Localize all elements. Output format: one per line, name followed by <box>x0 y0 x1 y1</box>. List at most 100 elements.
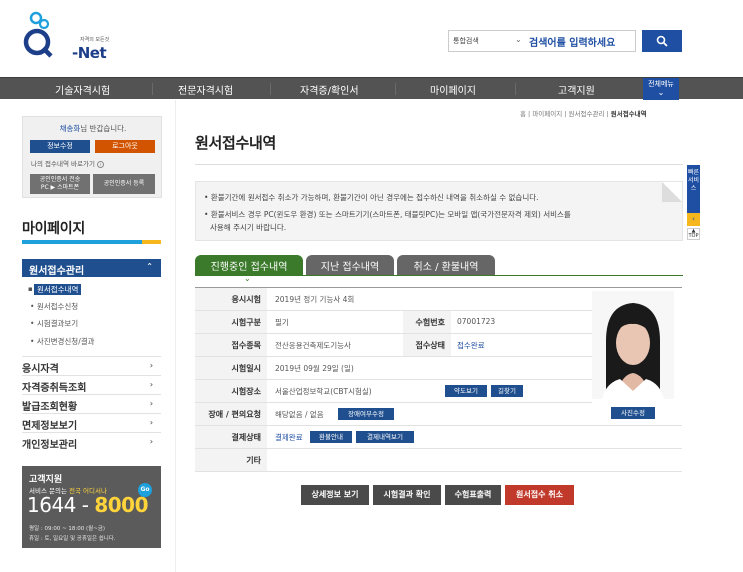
shortcut-label: 나의 접수내역 바로가기 <box>31 160 95 168</box>
value-place: 서울산업정보학교(CBT시험실) <box>275 387 372 396</box>
search-box: 통합검색 ⌄ 검색어를 입력하세요 <box>448 30 636 52</box>
value-reg-no: 07001723 <box>457 317 496 326</box>
notice-line: 사용해 주시기 바랍니다. <box>210 223 287 232</box>
global-nav: 기술자격시험 전문자격시험 자격증/확인서 마이페이지 고객지원 전체메뉴 ⌄ <box>0 77 743 100</box>
table-row: 결제상태 결제완료 환불안내 결제내역보기 <box>195 426 682 449</box>
disability-edit-button[interactable]: 장애여부수정 <box>338 408 394 420</box>
value-type: 필기 <box>275 318 289 327</box>
applicant-photo-cell <box>592 288 682 426</box>
sidebar-section-application[interactable]: 원서접수관리 ⌃ <box>22 259 161 277</box>
table-row: 시험일시 2019년 09월 29일 (일) <box>195 357 592 380</box>
search-input[interactable]: 검색어를 입력하세요 <box>529 34 615 49</box>
table-row: 시험장소 서울산업정보학교(CBT시험실) 약도보기 길찾기 <box>195 380 592 403</box>
sidebar-item-application-history[interactable]: 원서접수내역 <box>34 284 82 295</box>
print-ticket-button[interactable]: 수험표출력 <box>445 485 501 505</box>
table-row: 접수종목 전산응용건축제도기능사 접수상태 접수완료 <box>195 334 592 357</box>
scroll-top-button[interactable]: ▲ TOP <box>687 228 700 240</box>
cert-transfer-button[interactable]: 공인인증서 전송 PC ▶ 스마트폰 <box>30 174 90 194</box>
cert-transfer-sub: PC ▶ 스마트폰 <box>40 184 80 191</box>
logo-text: -Net <box>72 44 107 62</box>
nav-item-mypage[interactable]: 마이페이지 <box>430 82 476 97</box>
sidebar-item-application-request[interactable]: • 원서접수신청 <box>30 301 78 312</box>
notice-box: • 환불기간에 원서접수 취소가 가능하며, 환불기간이 아닌 경우에는 접수하… <box>195 181 683 241</box>
exam-result-button[interactable]: 시험결과 확인 <box>373 485 441 505</box>
value-disability: 해당없음 / 없음 <box>275 410 324 419</box>
sidebar-item-issue-status[interactable]: 발급조회현황 › <box>22 394 161 413</box>
label-etc: 기타 <box>195 449 267 471</box>
nav-item-tech-exam[interactable]: 기술자격시험 <box>55 82 110 97</box>
breadcrumb-mypage[interactable]: 마이페이지 <box>532 110 562 118</box>
qnet-logo[interactable]: 자격의 모든것 -Net <box>22 10 112 62</box>
my-application-shortcut[interactable]: 나의 접수내역 바로가기 › <box>31 158 105 168</box>
chevron-up-icon: ⌃ <box>146 262 153 271</box>
breadcrumb-application[interactable]: 원서접수관리 <box>569 110 605 118</box>
cs-title: 고객지원 <box>29 475 63 485</box>
arrow-right-icon: › <box>97 161 105 168</box>
label-place: 시험장소 <box>195 380 267 402</box>
edit-info-button[interactable]: 정보수정 <box>30 140 90 153</box>
sidebar-item-exam-result[interactable]: • 시험결과보기 <box>30 318 78 329</box>
chevron-left-icon[interactable]: ‹ <box>687 213 700 226</box>
route-button[interactable]: 길찾기 <box>491 385 523 397</box>
chevron-right-icon: › <box>149 418 153 427</box>
label-date: 시험일시 <box>195 357 267 379</box>
logout-button[interactable]: 로그아웃 <box>95 140 155 153</box>
nav-item-certificate[interactable]: 자격증/확인서 <box>300 82 359 97</box>
user-name: 채송화 <box>59 124 81 133</box>
payment-detail-button[interactable]: 결제내역보기 <box>356 431 414 443</box>
greeting-text: 님 반갑습니다. <box>80 124 127 133</box>
nav-divider <box>270 83 271 95</box>
nav-divider <box>152 83 153 95</box>
nav-item-pro-exam[interactable]: 전문자격시험 <box>178 82 233 97</box>
label-exam: 응시시험 <box>195 288 267 310</box>
search-scope-select[interactable]: 통합검색 <box>453 36 523 46</box>
page-title: 원서접수내역 <box>195 134 277 152</box>
applicant-photo <box>592 291 674 399</box>
sidebar-item-exemption[interactable]: 면제정보보기 › <box>22 413 161 432</box>
table-row: 시험구분 필기 수험번호 07001723 <box>195 311 592 334</box>
title-divider <box>195 164 683 165</box>
sidebar-item-personal-info[interactable]: 개인정보관리 › <box>22 432 161 451</box>
sidebar-item-photo-change[interactable]: • 사진변경신청/결과 <box>30 336 95 347</box>
sidebar-divider <box>175 100 176 572</box>
tab-past[interactable]: 지난 접수내역 <box>306 255 394 275</box>
chevron-down-icon: ⌄ <box>657 88 665 97</box>
label-payment: 결제상태 <box>195 426 267 448</box>
notice-line: • 환불기간에 원서접수 취소가 가능하며, 환불기간이 아닌 경우에는 접수하… <box>204 193 539 202</box>
notice-line: • 환불서비스 경우 PC(윈도우 환경) 또는 스마트기기(스마트폰, 태블릿… <box>204 210 571 219</box>
sidebar-title: 마이페이지 <box>22 221 85 237</box>
sidebar-item-qualification[interactable]: 응시자격 › <box>22 356 161 375</box>
tab-cancel-refund[interactable]: 취소 / 환불내역 <box>397 255 495 275</box>
cert-transfer-label: 공인인증서 전송 <box>39 176 81 183</box>
tab-in-progress[interactable]: 진행중인 접수내역 <box>195 255 303 275</box>
chevron-right-icon: › <box>149 437 153 446</box>
detail-view-button[interactable]: 상세정보 보기 <box>301 485 369 505</box>
exam-info-table: 응시시험 2019년 정기 기능사 4회 시험구분 필기 수험번호 070017… <box>195 287 682 472</box>
table-row: 응시시험 2019년 정기 기능사 4회 <box>195 288 592 311</box>
value-field: 전산응용건축제도기능사 <box>275 341 351 350</box>
cs-phone-number: 1644 - 8000 <box>27 493 149 517</box>
page-fold-decoration <box>662 182 682 202</box>
all-menu-button[interactable]: 전체메뉴 ⌄ <box>643 78 679 100</box>
value-date: 2019년 09월 29일 (일) <box>275 364 354 373</box>
chevron-down-icon: ⌄ <box>515 35 522 44</box>
customer-service-box: 고객지원 서비스 문의는 전국 어디서나 Go 1644 - 8000 평일 :… <box>22 466 161 548</box>
label-field: 접수종목 <box>195 334 267 356</box>
breadcrumb-home[interactable]: 홈 <box>520 110 526 118</box>
section-label: 원서접수관리 <box>29 266 85 277</box>
nav-item-support[interactable]: 고객지원 <box>558 82 595 97</box>
label-reg-no: 수험번호 <box>403 311 451 333</box>
sidebar-item-cert-lookup[interactable]: 자격증취득조회 › <box>22 375 161 394</box>
qnet-logo-icon <box>23 11 53 58</box>
refund-info-button[interactable]: 환불안내 <box>310 431 352 443</box>
breadcrumb-current: 원서접수내역 <box>610 110 647 118</box>
person-photo-icon <box>592 291 674 399</box>
login-info-box: 채송화님 반갑습니다. 정보수정 로그아웃 나의 접수내역 바로가기 › 공인인… <box>22 116 162 198</box>
value-payment: 결제완료 <box>275 433 303 442</box>
label-status: 접수상태 <box>403 334 451 356</box>
cancel-application-button[interactable]: 원서접수 취소 <box>505 485 574 505</box>
cert-register-button[interactable]: 공인인증서 등록 <box>93 174 155 194</box>
map-button[interactable]: 약도보기 <box>445 385 487 397</box>
greeting: 채송화님 반갑습니다. <box>23 123 163 134</box>
search-button[interactable] <box>642 30 682 52</box>
